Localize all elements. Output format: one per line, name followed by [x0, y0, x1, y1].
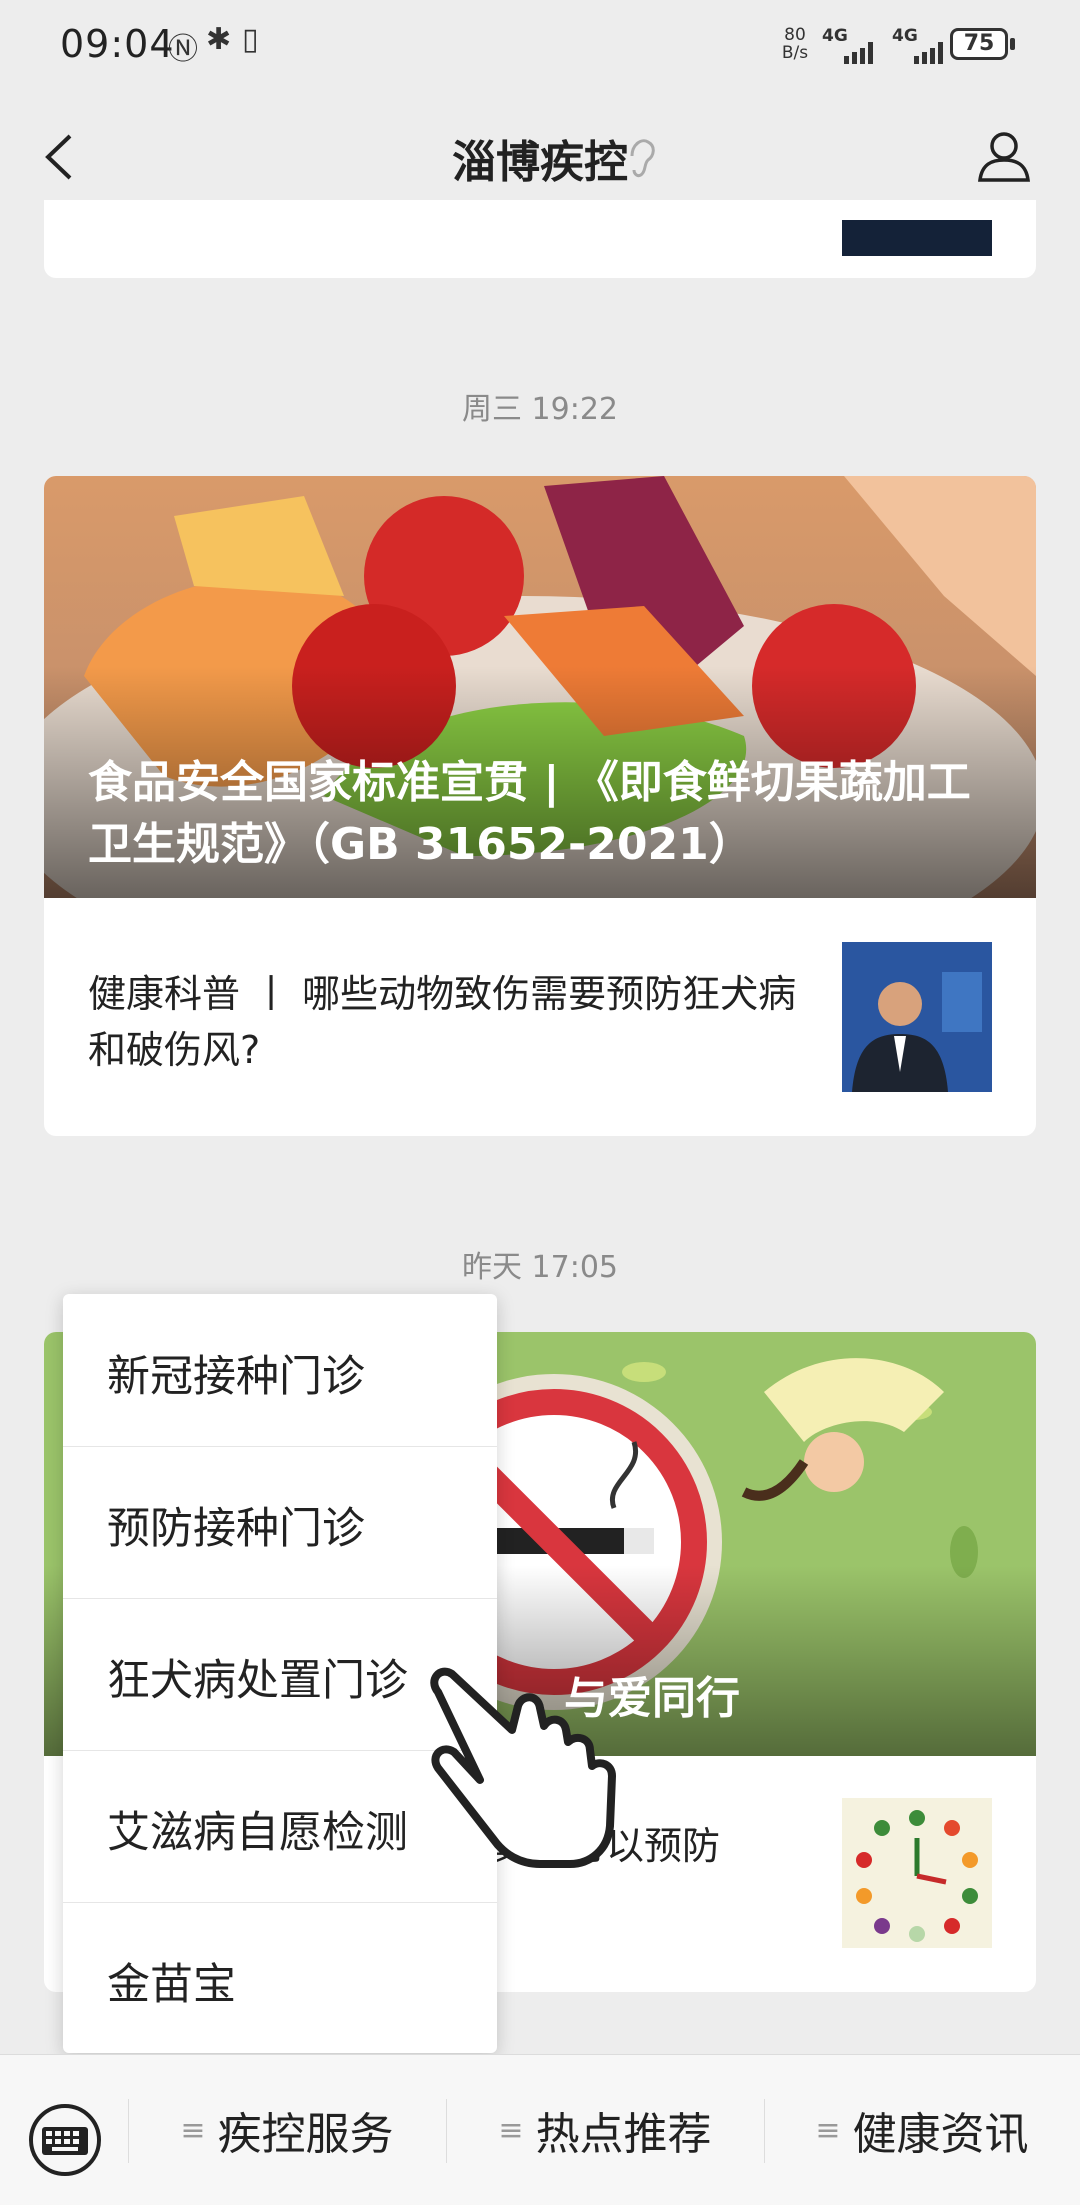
timestamp: 周三 19:22 [462, 392, 618, 427]
hero-title: 食品安全国家标准宣贯 | 《即食鲜切果蔬加工 卫生规范》（GB 31652-20… [88, 752, 1008, 876]
pointing-hand-icon [430, 1667, 616, 1868]
menu-item-label: 预防接种门诊 [107, 1504, 365, 1554]
keyboard-icon[interactable] [26, 2101, 104, 2179]
net-speed: 80 B/s [778, 26, 812, 62]
ear-icon[interactable] [624, 134, 658, 180]
vegetable-clock-image [842, 1798, 992, 1948]
tab-hot-recommendations[interactable]: ≡ 热点推荐 [446, 2055, 764, 2205]
net-speed-unit: B/s [781, 43, 809, 63]
menu-item-label: 艾滋病自愿检测 [107, 1808, 408, 1858]
net-speed-value: 80 [784, 25, 806, 45]
tab-label: 疾控服务 [217, 2109, 394, 2160]
previous-card[interactable] [44, 200, 1036, 278]
page-title: 淄博疾控 [452, 137, 628, 188]
menu-lines-icon: ≡ [498, 2112, 524, 2148]
person-icon[interactable] [976, 128, 1032, 184]
tab-label: 健康资讯 [852, 2109, 1029, 2160]
menu-lines-icon: ≡ [180, 2112, 206, 2148]
vibrate-icon: ▯ [242, 22, 259, 57]
menu-item-jinmiaobao[interactable]: 金苗宝 [63, 1902, 497, 2054]
status-bar: 09:04 Ⓝ ✱ ▯ 80 B/s 4G 4G 75 [0, 0, 1080, 90]
battery-tip [1010, 38, 1015, 50]
tab-health-news[interactable]: ≡ 健康资讯 [764, 2055, 1080, 2205]
article-item-line2: 和破伤风? [88, 1028, 261, 1072]
nfc-icon: Ⓝ [168, 32, 198, 67]
clock: 09:04 [60, 22, 175, 66]
battery-icon: 75 [950, 28, 1008, 60]
thumbnail [842, 220, 992, 256]
article-thumbnail[interactable] [842, 1798, 992, 1948]
menu-item-vaccination[interactable]: 预防接种门诊 [63, 1446, 497, 1599]
signal2-icon [914, 42, 943, 64]
article-item-line1: 健康科普 丨 哪些动物致伤需要预防狂犬病 [88, 972, 797, 1016]
menu-item-label: 金苗宝 [107, 1960, 236, 2010]
article-thumbnail[interactable] [842, 942, 992, 1092]
article-item-title[interactable]: 健康科普 丨 哪些动物致伤需要预防狂犬病 和破伤风? [88, 966, 828, 1078]
menu-item-label: 狂犬病处置门诊 [107, 1656, 408, 1706]
timestamp: 昨天 17:05 [462, 1250, 618, 1285]
menu-lines-icon: ≡ [815, 2112, 841, 2148]
speaker-photo [842, 942, 992, 1092]
tab-label: 热点推荐 [535, 2109, 712, 2160]
bluetooth-icon: ✱ [206, 22, 232, 57]
hero-title-line2: 卫生规范》（GB 31652-2021） [88, 819, 753, 870]
battery-level: 75 [963, 31, 995, 56]
menu-item-label: 新冠接种门诊 [107, 1352, 365, 1402]
signal1-icon [844, 42, 873, 64]
bottom-menu-bar: ≡ 疾控服务 ≡ 热点推荐 ≡ 健康资讯 [0, 2054, 1080, 2205]
hero-title-line1: 食品安全国家标准宣贯 | 《即食鲜切果蔬加工 [88, 757, 971, 808]
tab-disease-control-services[interactable]: ≡ 疾控服务 [128, 2055, 446, 2205]
article-card-1[interactable]: 食品安全国家标准宣贯 | 《即食鲜切果蔬加工 卫生规范》（GB 31652-20… [44, 476, 1036, 1136]
menu-item-covid-vaccination[interactable]: 新冠接种门诊 [63, 1294, 497, 1447]
hero-image[interactable]: 食品安全国家标准宣贯 | 《即食鲜切果蔬加工 卫生规范》（GB 31652-20… [44, 476, 1036, 898]
